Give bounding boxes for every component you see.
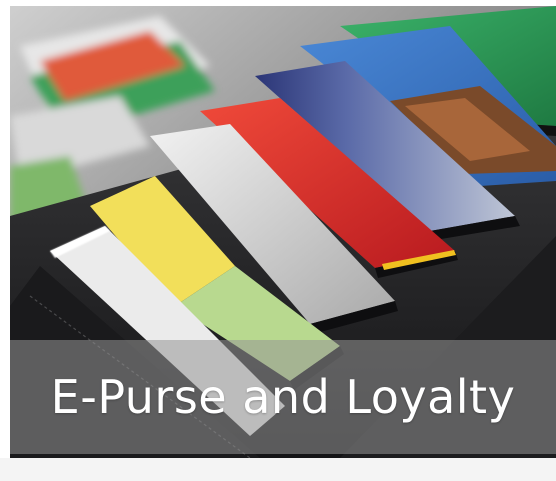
bottom-strip [0,458,556,481]
caption-title: E-Purse and Loyalty [50,370,516,424]
caption-band: E-Purse and Loyalty [10,340,556,454]
tile-card[interactable]: E-Purse and Loyalty [0,0,556,481]
